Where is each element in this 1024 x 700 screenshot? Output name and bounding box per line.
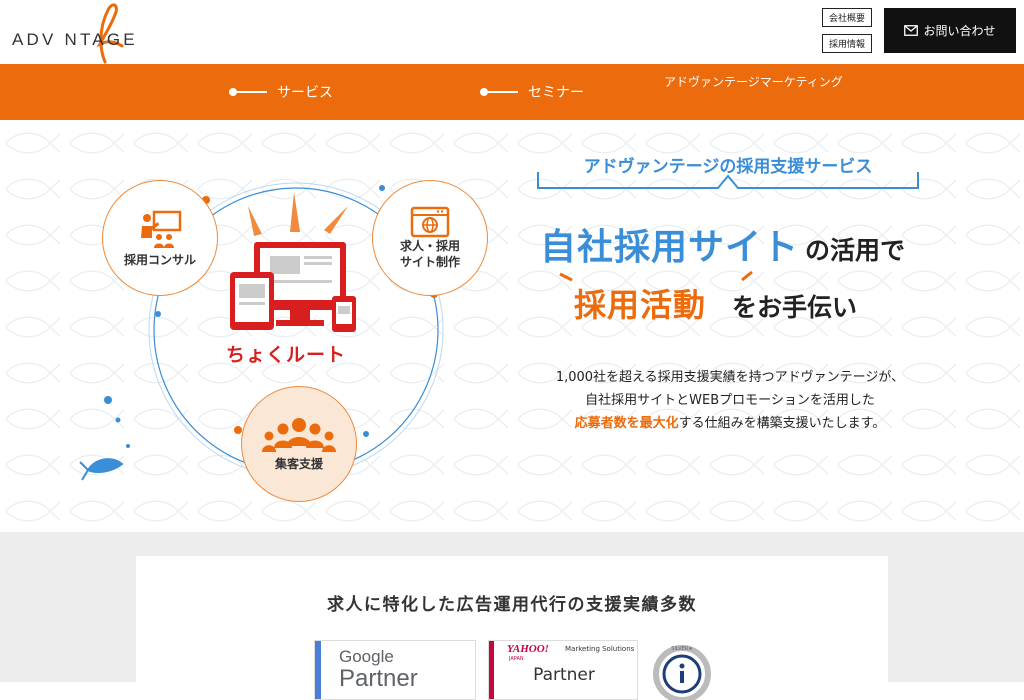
headline-line1: 自社採用サイト の活用で (540, 218, 905, 270)
logo-text: ADV NTAGE (12, 30, 138, 49)
yahoo-japan-text: JAPAN (509, 656, 524, 662)
nav-item-seminar[interactable]: セミナー (480, 64, 584, 120)
silver-partner-seal-icon: SILVER★ (653, 645, 711, 700)
hero-section: ちょくルート 採用コンサル 求人・採用 サイト制作 集客支援 アドヴァンテージの… (0, 120, 1024, 532)
mail-icon (904, 25, 919, 36)
company-overview-button[interactable]: 会社概要 (822, 8, 872, 27)
circle-recruit-site-production: 求人・採用 サイト制作 (372, 180, 488, 296)
partners-title: 求人に特化した広告運用代行の支援実績多数 (327, 595, 697, 615)
headline-highlight-orange: 採用活動 (574, 286, 707, 324)
description-line: 1,000社を超える採用支援実績を持つアドヴァンテージが、 (555, 370, 905, 385)
nav-item-label: セミナー (528, 85, 584, 101)
circle-recruit-consulting: 採用コンサル (102, 180, 218, 296)
contact-button-label: お問い合わせ (923, 24, 996, 38)
presentation-icon (141, 210, 182, 248)
devices-illustration-icon (230, 192, 356, 332)
description-highlight: 応募者数を最大化 (574, 416, 679, 431)
google-name: Google (339, 647, 394, 666)
hero-description: 1,000社を超える採用支援実績を持つアドヴァンテージが、 自社採用サイトとWE… (520, 366, 940, 435)
browser-globe-icon (410, 206, 450, 238)
advantage-logo[interactable]: ADV NTAGE (12, 0, 212, 64)
headline-highlight-blue: 自社採用サイト (540, 227, 800, 268)
nav-bullet-icon (229, 88, 267, 96)
yahoo-logo: YAHOO! (507, 643, 549, 655)
crowd-icon (262, 417, 336, 452)
main-nav: サービス セミナー アドヴァンテージマーケティング (0, 64, 1024, 120)
yahoo-partner-text: Partner (533, 665, 595, 685)
description-line: 自社採用サイトとWEBプロモーションを活用した (585, 393, 875, 408)
speech-bracket-icon (537, 172, 919, 189)
circle-label: 求人・採用 サイト制作 (399, 238, 460, 269)
yahoo-sub-text: Marketing Solutions (565, 645, 635, 653)
site-header: ADV NTAGE 会社概要 採用情報 お問い合わせ (0, 0, 1024, 64)
nav-item-marketing[interactable]: アドヴァンテージマーケティング (664, 73, 843, 90)
chokuroot-product-name: ちょくルート (226, 344, 347, 366)
circle-customer-attraction: 集客支援 (241, 386, 357, 502)
contact-button[interactable]: お問い合わせ (884, 8, 1016, 53)
nav-item-label: サービス (277, 85, 333, 101)
nav-item-service[interactable]: サービス (229, 64, 333, 120)
recruit-info-button[interactable]: 採用情報 (822, 34, 872, 53)
partners-card: 求人に特化した広告運用代行の支援実績多数 Google Partner YAHO… (136, 556, 888, 700)
headline-line2: 採用活動 をお手伝い (574, 280, 857, 326)
nav-bullet-icon (480, 88, 518, 96)
svg-text:SILVER★: SILVER★ (671, 646, 693, 652)
headline-text: の活用で (805, 236, 906, 265)
description-line: 応募者数を最大化する仕組みを構築支援いたします。 (574, 416, 886, 431)
circle-label: 集客支援 (274, 456, 323, 471)
google-partner-text: Partner (339, 665, 418, 692)
headline-text: をお手伝い (732, 293, 858, 322)
circle-label: 採用コンサル (123, 252, 196, 267)
google-partner-badge: Google Partner (314, 640, 476, 700)
yahoo-partner-badge: YAHOO! JAPAN Marketing Solutions Partner (488, 640, 638, 700)
